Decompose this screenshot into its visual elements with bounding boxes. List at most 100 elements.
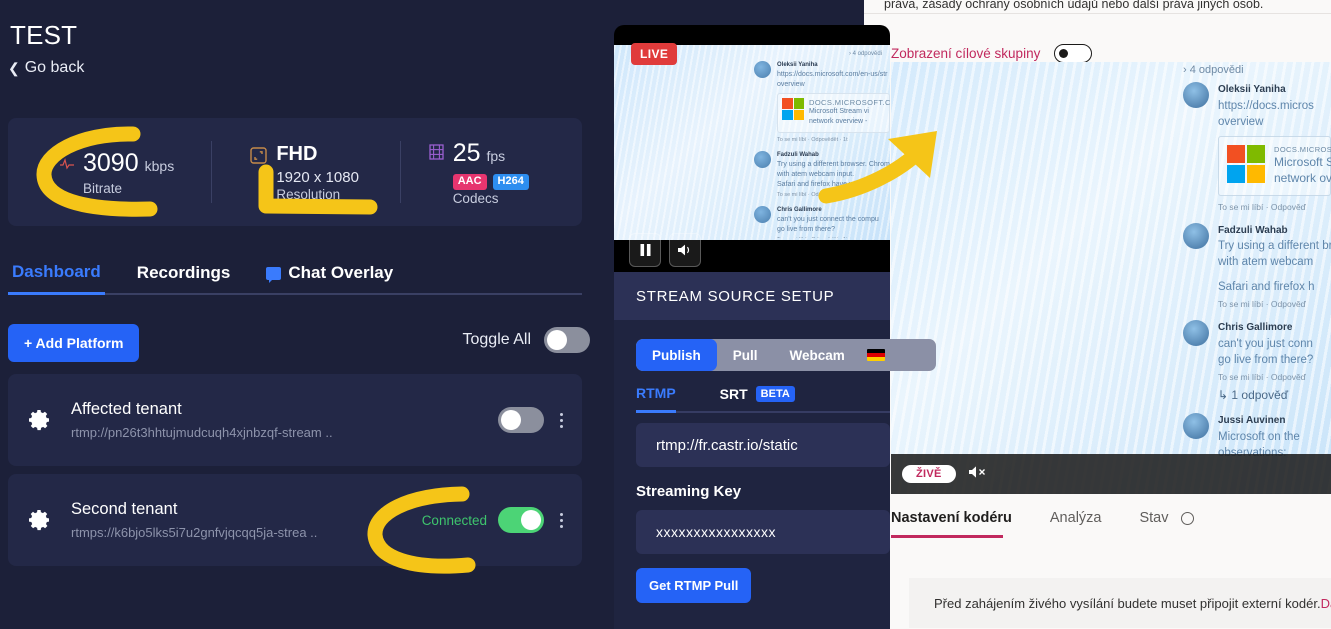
tab-webcam[interactable]: Webcam	[774, 339, 861, 371]
comment-meta: To se mi líbí · Odpověď	[1218, 372, 1306, 383]
tab-encoder-settings[interactable]: Nastavení kodéru	[891, 510, 1012, 535]
comment-line: can't you just conn	[1218, 337, 1313, 350]
comment-line: Try using a different browser. Chrome	[777, 160, 890, 168]
comment-item: Fadzuli Wahab Try using a different brow…	[1183, 222, 1331, 315]
region-selector[interactable]	[861, 339, 891, 371]
platform-name: Second tenant	[71, 500, 178, 518]
comment-line: https://docs.microsoft.com/en-us/str	[777, 71, 888, 78]
comment-meta: To se mi líbí · Odpověď	[1218, 299, 1306, 310]
switch-knob	[521, 510, 541, 530]
platform-more-menu-icon[interactable]	[555, 410, 568, 431]
platform-row[interactable]: Affected tenant rtmp://pn26t3hhtujmudcuq…	[8, 374, 582, 466]
source-type-segmented-control: Publish Pull Webcam	[636, 339, 936, 371]
volume-button[interactable]	[669, 233, 701, 267]
pause-button[interactable]	[629, 233, 661, 267]
comment-line: with atem webcam input.	[777, 170, 855, 178]
tab-analytics-label: Analýza	[1049, 510, 1102, 526]
avatar	[754, 61, 771, 78]
tab-encoder-settings-label: Nastavení kodéru	[891, 510, 1012, 526]
badge-aac: AAC	[452, 173, 487, 190]
microsoft-logo-icon	[782, 98, 804, 121]
comment-reply-count[interactable]: ↳ 1 odpověď	[1218, 388, 1313, 402]
comment-line: Safari and firefox h	[1218, 280, 1315, 293]
tab-recordings[interactable]: Recordings	[133, 263, 235, 293]
encoder-note-link[interactable]: Dal	[1321, 596, 1331, 611]
fps-value: 25	[452, 138, 481, 167]
reply-label: 1 odpověď	[1231, 388, 1289, 403]
dashboard-tabs: Dashboard Recordings Chat Overlay	[8, 262, 582, 295]
comment-meta: To se mi líbí · Odpovědět · 1t	[777, 237, 890, 238]
gear-icon[interactable]	[28, 408, 52, 432]
stream-stats-card: 3090 kbps Bitrate FHD 1920 x 1080 Resolu…	[8, 118, 582, 226]
card-title: Microsoft Stream vi	[809, 108, 869, 116]
comment-author: Fadzuli Wahab	[777, 151, 819, 158]
tab-status[interactable]: Stav	[1139, 510, 1194, 535]
toggle-all-control: Toggle All	[463, 327, 590, 353]
comment-author: Chris Gallimore	[777, 206, 822, 213]
comment-line: go live from there?	[777, 226, 835, 234]
stat-resolution: FHD 1920 x 1080 Resolution	[212, 118, 399, 226]
comment-thread: › 4 odpovědi Oleksii Yaniha https://docs…	[1183, 62, 1331, 494]
encoder-note: Před zahájením živého vysílání budete mu…	[909, 578, 1331, 628]
volume-muted-icon[interactable]	[967, 464, 989, 485]
preview-comment: Oleksii Yaniha https://docs.microsoft.co…	[754, 61, 890, 146]
spinner-icon	[1180, 511, 1194, 525]
comment-line: overview	[1218, 115, 1264, 128]
toggle-all-switch[interactable]	[544, 327, 590, 353]
tab-rtmp[interactable]: RTMP	[636, 385, 676, 413]
tab-pull[interactable]: Pull	[717, 339, 774, 371]
stat-fps-codecs: 25 fps AAC H264 Codecs	[401, 118, 582, 226]
comment-line: Safari and firefox have worke	[777, 180, 868, 188]
comment-line: Microsoft on the	[1218, 430, 1300, 443]
live-video-controls: ŽIVĚ	[891, 454, 1331, 494]
comment-author: Fadzuli Wahab	[1218, 224, 1288, 236]
comment-meta: To se mi líbí · Odpovědět · 1t	[777, 136, 848, 143]
resolution-value: FHD	[276, 142, 318, 165]
stat-bitrate: 3090 kbps Bitrate	[8, 118, 211, 226]
server-url-field[interactable]: rtmp://fr.castr.io/static	[636, 423, 890, 467]
platform-row[interactable]: Second tenant rtmps://k6bjo5lks5i7u2gnfv…	[8, 474, 582, 566]
comment-item: Chris Gallimore can't you just conn go l…	[1183, 320, 1331, 408]
live-video-preview[interactable]: › 4 odpovědi Oleksii Yaniha https://docs…	[891, 62, 1331, 494]
audience-toggle[interactable]	[1054, 44, 1093, 63]
comment-author: Jussi Auvinen	[1218, 415, 1286, 427]
stream-preview-player[interactable]: › 4 odpovědi Oleksii Yaniha https://docs…	[614, 25, 890, 272]
film-icon	[429, 143, 444, 165]
get-rtmp-pull-button[interactable]: Get RTMP Pull	[636, 568, 752, 603]
fps-unit: fps	[486, 147, 506, 164]
stream-source-panel: › 4 odpovědi Oleksii Yaniha https://docs…	[614, 25, 936, 629]
comment-item: Oleksii Yaniha https://docs.micros overv…	[1183, 82, 1331, 218]
platform-more-menu-icon[interactable]	[555, 510, 568, 531]
tab-dashboard[interactable]: Dashboard	[8, 262, 105, 295]
codecs-label: Codecs	[452, 190, 499, 206]
go-back-link[interactable]: ❮ Go back	[8, 59, 84, 77]
comment-link-card[interactable]: DOCS.MICROSOFT.COM Microsoft Stream vi n…	[1218, 136, 1331, 196]
gear-icon[interactable]	[28, 508, 52, 532]
comment-meta: To se mi líbí · Odpovědět · 1t	[777, 191, 848, 198]
platform-url: rtmp://pn26t3hhtujmudcuqh4xjnbzqf-stream…	[71, 425, 333, 440]
streaming-key-field[interactable]: xxxxxxxxxxxxxxxx	[636, 510, 890, 554]
bitrate-label: Bitrate	[83, 180, 123, 196]
avatar	[754, 205, 771, 223]
switch-knob	[501, 410, 521, 430]
microsoft-logo-icon	[1227, 145, 1265, 184]
tab-srt[interactable]: SRT BETA	[720, 385, 795, 411]
avatar	[1183, 222, 1209, 249]
screenshot-root: TEST ❮ Go back 3090 kbps Bitrate FHD 192…	[0, 0, 1331, 629]
avatar	[1183, 82, 1209, 108]
tab-chat-overlay[interactable]: Chat Overlay	[262, 263, 397, 293]
add-platform-button[interactable]: + Add Platform	[8, 324, 140, 362]
comment-line: overview	[777, 81, 805, 89]
encoder-tabs: Nastavení kodéru Analýza Stav	[891, 510, 1331, 538]
tab-analytics[interactable]: Analýza	[1050, 510, 1102, 535]
tab-publish[interactable]: Publish	[636, 339, 717, 371]
platform-toggle[interactable]	[498, 407, 544, 433]
go-back-label: Go back	[24, 59, 85, 76]
pulse-icon	[60, 157, 74, 176]
platform-status: Connected	[421, 512, 487, 528]
tab-recordings-label: Recordings	[136, 263, 231, 282]
platform-toggle[interactable]	[498, 507, 544, 533]
live-status-badge: ŽIVĚ	[902, 465, 956, 483]
stream-source-setup-card: STREAM SOURCE SETUP Publish Pull Webcam …	[614, 272, 936, 629]
bitrate-unit: kbps	[144, 157, 175, 174]
